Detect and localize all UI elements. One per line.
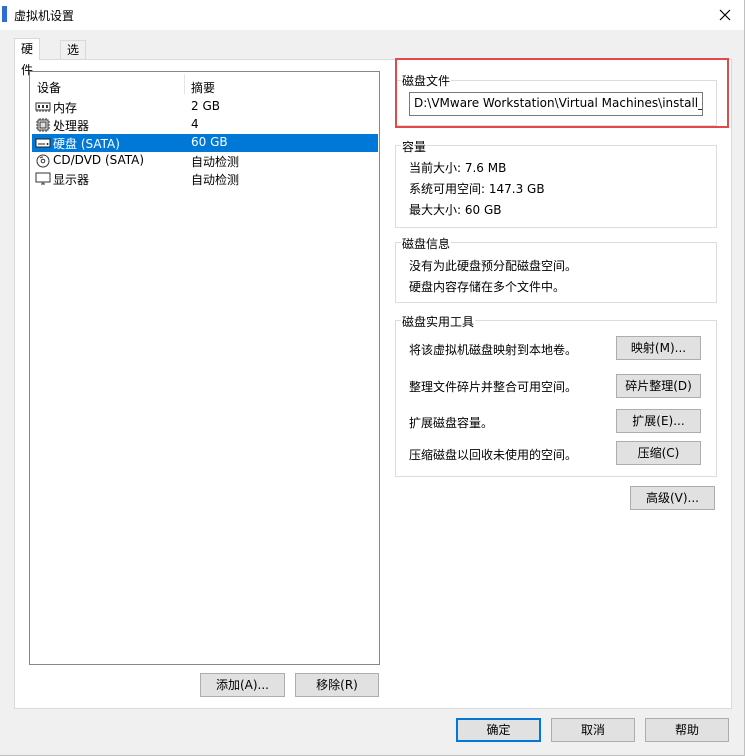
cd-dvd-icon xyxy=(36,154,50,168)
advanced-button[interactable]: 高级(V)... xyxy=(630,486,715,510)
device-row-cd-dvd[interactable]: CD/DVD (SATA) 自动检测 xyxy=(32,152,378,170)
device-list[interactable]: 设备 摘要 内存 2 GB 处理器 4 硬盘 (SATA) 60 GB CD/D… xyxy=(29,71,380,665)
close-icon xyxy=(719,9,731,21)
expand-description: 扩展磁盘容量。 xyxy=(409,416,494,430)
device-name: 处理器 xyxy=(53,119,90,133)
capacity-label: 容量 xyxy=(401,138,428,155)
title-bar: 虚拟机设置 xyxy=(0,0,744,30)
device-summary: 自动检测 xyxy=(191,155,240,169)
defrag-button[interactable]: 碎片整理(D) xyxy=(616,374,701,398)
compact-button[interactable]: 压缩(C) xyxy=(616,441,701,465)
window-title: 虚拟机设置 xyxy=(14,9,75,23)
disk-info-label: 磁盘信息 xyxy=(401,235,452,252)
column-separator xyxy=(184,74,185,94)
system-available-text: 系统可用空间: 147.3 GB xyxy=(409,182,545,196)
column-summary[interactable]: 摘要 xyxy=(191,79,215,96)
add-device-button[interactable]: 添加(A)... xyxy=(200,673,285,697)
compact-description: 压缩磁盘以回收未使用的空间。 xyxy=(409,448,578,462)
monitor-icon xyxy=(35,172,51,185)
current-size-text: 当前大小: 7.6 MB xyxy=(409,161,507,175)
map-description: 将该虚拟机磁盘映射到本地卷。 xyxy=(409,343,578,357)
device-name: 显示器 xyxy=(53,173,90,187)
disk-utilities-label: 磁盘实用工具 xyxy=(401,313,476,330)
memory-icon xyxy=(35,102,51,112)
device-list-header: 设备 摘要 xyxy=(30,72,379,96)
device-row-hard-disk[interactable]: 硬盘 (SATA) 60 GB xyxy=(32,134,378,152)
close-button[interactable] xyxy=(712,2,738,28)
max-size-text: 最大大小: 60 GB xyxy=(409,203,502,217)
device-summary: 60 GB xyxy=(191,135,228,149)
app-icon xyxy=(2,6,7,22)
device-row-display[interactable]: 显示器 自动检测 xyxy=(32,170,378,188)
device-summary: 自动检测 xyxy=(191,173,240,187)
hard-disk-icon xyxy=(35,138,51,148)
device-summary: 2 GB xyxy=(191,99,220,113)
help-button[interactable]: 帮助 xyxy=(645,718,729,742)
tab-hardware[interactable]: 硬件 xyxy=(14,38,41,77)
map-button[interactable]: 映射(M)... xyxy=(616,336,701,360)
device-name: CD/DVD (SATA) xyxy=(53,153,145,167)
defrag-description: 整理文件碎片并整合可用空间。 xyxy=(409,380,578,394)
device-row-processor[interactable]: 处理器 4 xyxy=(32,116,378,134)
cancel-button[interactable]: 取消 xyxy=(551,718,635,742)
cpu-icon xyxy=(36,118,50,132)
column-device[interactable]: 设备 xyxy=(37,79,61,96)
remove-device-button[interactable]: 移除(R) xyxy=(295,673,379,697)
device-summary: 4 xyxy=(191,117,199,131)
device-name: 硬盘 (SATA) xyxy=(53,137,120,151)
expand-button[interactable]: 扩展(E)... xyxy=(616,409,701,433)
disk-info-line-1: 没有为此硬盘预分配磁盘空间。 xyxy=(409,259,578,273)
disk-info-line-2: 硬盘内容存储在多个文件中。 xyxy=(409,280,566,294)
highlight-box xyxy=(395,58,729,128)
ok-button[interactable]: 确定 xyxy=(456,718,541,742)
device-name: 内存 xyxy=(53,101,78,115)
device-row-memory[interactable]: 内存 2 GB xyxy=(32,98,378,116)
tab-options[interactable]: 选项 xyxy=(60,40,87,76)
vm-settings-dialog: 虚拟机设置 硬件 选项 设备 摘要 内存 2 GB 处理器 4 硬盘 (SATA… xyxy=(0,0,745,756)
